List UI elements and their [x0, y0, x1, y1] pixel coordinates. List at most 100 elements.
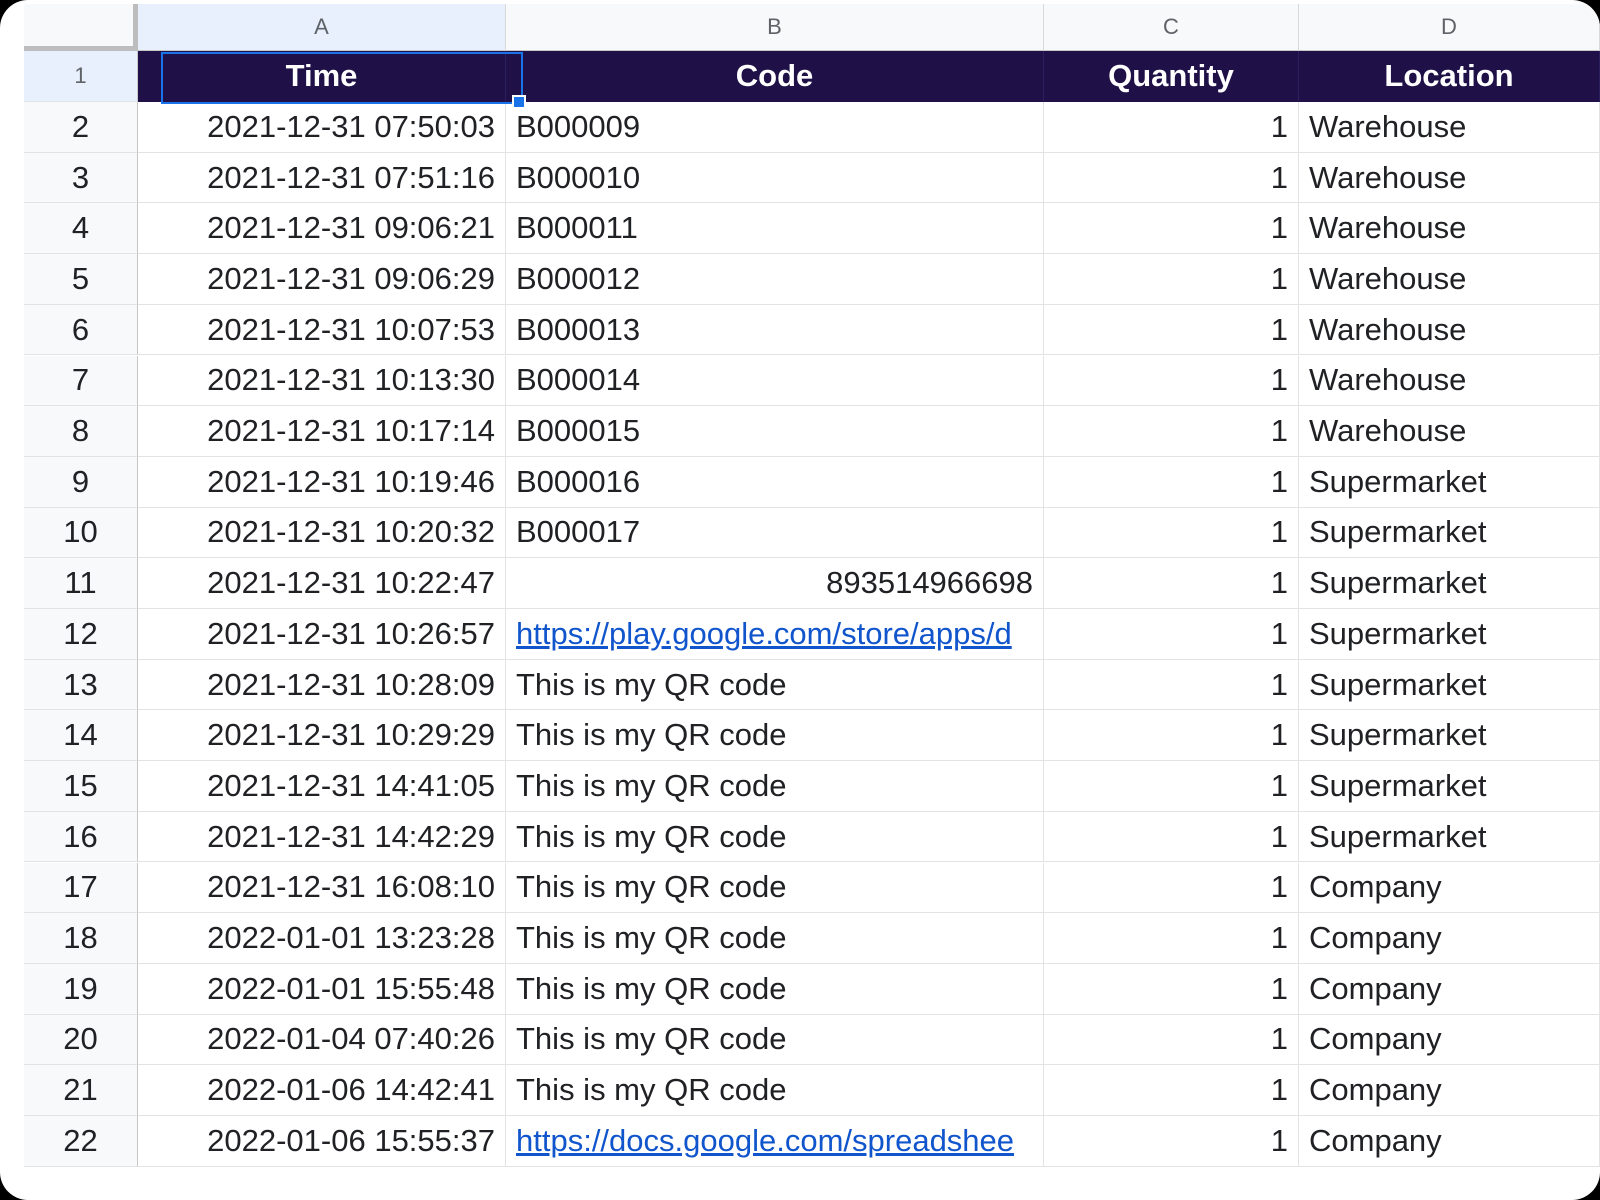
row-number[interactable]: 17 [24, 862, 138, 914]
cell-time[interactable]: 2022-01-01 15:55:48 [138, 963, 506, 1015]
cell-code[interactable]: https://play.google.com/store/apps/d [506, 609, 1044, 660]
cell-quantity[interactable]: 1 [1044, 963, 1299, 1015]
cell-time[interactable]: 2021-12-31 07:51:16 [138, 152, 506, 204]
cell-code[interactable]: This is my QR code [506, 1065, 1044, 1116]
cell-code[interactable]: This is my QR code [506, 761, 1044, 812]
cell-location[interactable]: Warehouse [1299, 203, 1600, 255]
cell-quantity[interactable]: 1 [1044, 659, 1299, 711]
row-number[interactable]: 7 [24, 355, 138, 407]
column-header-c[interactable]: C [1044, 4, 1299, 51]
cell-time[interactable]: 2021-12-31 10:26:57 [138, 609, 506, 660]
cell-time[interactable]: 2021-12-31 10:17:14 [138, 406, 506, 457]
cell-quantity[interactable]: 1 [1044, 913, 1299, 964]
cell-code[interactable]: https://docs.google.com/spreadshee [506, 1116, 1044, 1167]
cell-quantity[interactable]: 1 [1044, 1116, 1299, 1167]
row-number[interactable]: 2 [24, 102, 138, 153]
column-header-d[interactable]: D [1299, 4, 1600, 51]
row-number[interactable]: 5 [24, 254, 138, 305]
cell-location[interactable]: Company [1299, 1014, 1600, 1066]
row-number[interactable]: 4 [24, 203, 138, 255]
cell-quantity[interactable]: 1 [1044, 507, 1299, 559]
cell-code[interactable]: 893514966698 [506, 558, 1044, 609]
cell-quantity[interactable]: 1 [1044, 456, 1299, 508]
cell-code[interactable]: This is my QR code [506, 1014, 1044, 1066]
cell-code[interactable]: B000015 [506, 406, 1044, 457]
cell-time[interactable]: 2021-12-31 16:08:10 [138, 862, 506, 914]
cell-time[interactable]: 2022-01-06 15:55:37 [138, 1116, 506, 1167]
cell-time[interactable]: 2021-12-31 10:20:32 [138, 507, 506, 559]
cell-code[interactable]: B000014 [506, 355, 1044, 407]
cell-quantity[interactable]: 1 [1044, 355, 1299, 407]
cell-location[interactable]: Supermarket [1299, 456, 1600, 508]
cell-code[interactable]: B000016 [506, 456, 1044, 508]
row-number[interactable]: 12 [24, 609, 138, 660]
cell-location[interactable]: Warehouse [1299, 304, 1600, 356]
cell-location[interactable]: Warehouse [1299, 406, 1600, 457]
cell-quantity[interactable]: 1 [1044, 862, 1299, 914]
cell-time[interactable]: 2021-12-31 09:06:29 [138, 254, 506, 305]
cell-location[interactable]: Supermarket [1299, 507, 1600, 559]
cell-code[interactable]: B000012 [506, 254, 1044, 305]
row-number-1[interactable]: 1 [24, 51, 138, 102]
column-header-a[interactable]: A [138, 4, 506, 51]
header-cell-location[interactable]: Location [1299, 51, 1600, 102]
row-number[interactable]: 9 [24, 456, 138, 508]
row-number[interactable]: 18 [24, 913, 138, 964]
cell-code[interactable]: This is my QR code [506, 862, 1044, 914]
cell-quantity[interactable]: 1 [1044, 710, 1299, 762]
cell-quantity[interactable]: 1 [1044, 254, 1299, 305]
fill-handle[interactable] [512, 95, 526, 109]
row-number[interactable]: 6 [24, 304, 138, 356]
cell-code[interactable]: B000010 [506, 152, 1044, 204]
cell-time[interactable]: 2021-12-31 09:06:21 [138, 203, 506, 255]
cell-quantity[interactable]: 1 [1044, 558, 1299, 609]
cell-code[interactable]: B000017 [506, 507, 1044, 559]
cell-code[interactable]: This is my QR code [506, 659, 1044, 711]
cell-location[interactable]: Company [1299, 963, 1600, 1015]
row-number[interactable]: 13 [24, 659, 138, 711]
cell-quantity[interactable]: 1 [1044, 152, 1299, 204]
row-number[interactable]: 14 [24, 710, 138, 762]
cell-quantity[interactable]: 1 [1044, 811, 1299, 863]
cell-location[interactable]: Supermarket [1299, 811, 1600, 863]
cell-time[interactable]: 2021-12-31 10:29:29 [138, 710, 506, 762]
cell-code[interactable]: This is my QR code [506, 963, 1044, 1015]
cell-quantity[interactable]: 1 [1044, 203, 1299, 255]
cell-location[interactable]: Warehouse [1299, 355, 1600, 407]
cell-code[interactable]: This is my QR code [506, 710, 1044, 762]
cell-quantity[interactable]: 1 [1044, 1065, 1299, 1116]
cell-code[interactable]: This is my QR code [506, 913, 1044, 964]
cell-quantity[interactable]: 1 [1044, 761, 1299, 812]
cell-quantity[interactable]: 1 [1044, 1014, 1299, 1066]
cell-quantity[interactable]: 1 [1044, 609, 1299, 660]
row-number[interactable]: 22 [24, 1116, 138, 1167]
cell-quantity[interactable]: 1 [1044, 102, 1299, 153]
cell-location[interactable]: Supermarket [1299, 659, 1600, 711]
cell-location[interactable]: Company [1299, 913, 1600, 964]
row-number[interactable]: 19 [24, 963, 138, 1015]
cell-location[interactable]: Supermarket [1299, 710, 1600, 762]
row-number[interactable]: 20 [24, 1014, 138, 1066]
cell-code[interactable]: This is my QR code [506, 811, 1044, 863]
row-number[interactable]: 3 [24, 152, 138, 204]
cell-quantity[interactable]: 1 [1044, 406, 1299, 457]
select-all-corner[interactable] [24, 4, 138, 51]
cell-location[interactable]: Company [1299, 862, 1600, 914]
cell-code[interactable]: B000011 [506, 203, 1044, 255]
column-header-b[interactable]: B [506, 4, 1044, 51]
cell-time[interactable]: 2021-12-31 10:22:47 [138, 558, 506, 609]
cell-location[interactable]: Supermarket [1299, 609, 1600, 660]
cell-code[interactable]: B000009 [506, 102, 1044, 153]
cell-time[interactable]: 2022-01-04 07:40:26 [138, 1014, 506, 1066]
cell-time[interactable]: 2021-12-31 14:42:29 [138, 811, 506, 863]
cell-location[interactable]: Company [1299, 1065, 1600, 1116]
cell-location[interactable]: Company [1299, 1116, 1600, 1167]
row-number[interactable]: 16 [24, 811, 138, 863]
cell-location[interactable]: Warehouse [1299, 254, 1600, 305]
row-number[interactable]: 8 [24, 406, 138, 457]
cell-time[interactable]: 2021-12-31 10:07:53 [138, 304, 506, 356]
cell-location[interactable]: Warehouse [1299, 152, 1600, 204]
cell-time[interactable]: 2021-12-31 14:41:05 [138, 761, 506, 812]
cell-code[interactable]: B000013 [506, 304, 1044, 356]
cell-quantity[interactable]: 1 [1044, 304, 1299, 356]
